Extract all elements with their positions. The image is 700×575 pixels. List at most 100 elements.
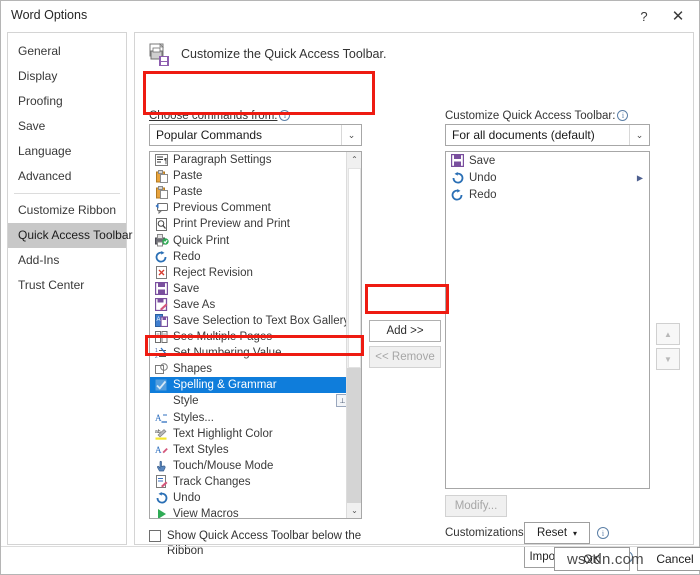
list-item[interactable]: Redo (150, 249, 361, 265)
list-item[interactable]: Paste ▶ (150, 184, 361, 200)
triangle-up-icon: ▲ (664, 329, 672, 339)
show-qat-below-ribbon-checkbox[interactable]: Show Quick Access Toolbar below the Ribb… (149, 529, 364, 559)
list-item-label: Reject Revision (173, 266, 253, 279)
list-item-label: Text Highlight Color (173, 427, 273, 440)
list-item[interactable]: Reject Revision (150, 265, 361, 281)
scroll-down-arrow-icon[interactable]: ⌄ (347, 503, 361, 518)
list-item[interactable]: 12 Set Numbering Value... (150, 345, 361, 361)
sidebar-item-customize-ribbon[interactable]: Customize Ribbon (8, 198, 126, 223)
move-down-button[interactable]: ▼ (656, 348, 680, 370)
list-item[interactable]: A Save Selection to Text Box Gallery (150, 313, 361, 329)
list-item[interactable]: A Text Styles ▶ (150, 442, 361, 458)
sidebar-divider (14, 193, 120, 194)
text-highlight-icon: ab (153, 427, 170, 441)
info-icon[interactable]: i (617, 110, 629, 121)
submenu-arrow-icon[interactable]: ▶ (637, 173, 643, 182)
move-up-button[interactable]: ▲ (656, 323, 680, 345)
touch-mouse-mode-icon (153, 459, 170, 473)
add-button[interactable]: Add >> (369, 320, 441, 342)
list-item-label: Undo (469, 171, 497, 184)
panel-title: Customize the Quick Access Toolbar. (181, 47, 387, 61)
list-item[interactable]: Shapes ▶ (150, 361, 361, 377)
list-item[interactable]: ¶ Paragraph Settings (150, 152, 361, 168)
list-item[interactable]: Touch/Mouse Mode ▶ (150, 458, 361, 474)
close-icon[interactable]: ✕ (663, 3, 693, 29)
list-item[interactable]: Print Preview and Print (150, 216, 361, 232)
list-item-label: Set Numbering Value... (173, 347, 292, 360)
choose-commands-combo[interactable]: Popular Commands ⌄ (149, 124, 362, 146)
sidebar-item-proofing[interactable]: Proofing (8, 89, 126, 114)
list-item-label: Save (173, 282, 200, 295)
customize-qat-label-text: Customize Quick Access Toolbar: (445, 110, 616, 122)
save-icon (153, 282, 170, 296)
sidebar-item-save[interactable]: Save (8, 114, 126, 139)
list-item[interactable]: View Macros (150, 506, 361, 518)
undo-icon (153, 491, 170, 505)
quick-print-icon (153, 234, 170, 248)
undo-icon (449, 171, 466, 185)
list-item-label: Undo (173, 492, 201, 505)
chevron-down-icon[interactable]: ⌄ (341, 125, 361, 145)
list-item[interactable]: Undo ▶ (150, 490, 361, 506)
list-item-label: Previous Comment (173, 202, 271, 215)
paragraph-settings-icon: ¶ (153, 153, 170, 167)
cancel-button[interactable]: Cancel (637, 547, 700, 571)
list-item-label: Save Selection to Text Box Gallery (173, 314, 350, 327)
svg-text:2: 2 (155, 354, 158, 359)
chevron-down-icon[interactable]: ⌄ (629, 125, 649, 145)
sidebar-item-language[interactable]: Language (8, 139, 126, 164)
sidebar-item-quick-access-toolbar[interactable]: Quick Access Toolbar (8, 223, 133, 248)
list-item[interactable]: ab Text Highlight Color ▶ (150, 426, 361, 442)
list-scrollbar[interactable]: ⌃ ⌄ (346, 152, 361, 518)
qat-current-items-list[interactable]: Save Undo ▶ Redo The WindowsClub (445, 151, 650, 489)
info-icon[interactable]: i (279, 110, 291, 121)
info-icon[interactable]: i (597, 527, 609, 539)
list-item-style[interactable]: Style ⊥▾ (150, 393, 361, 409)
sidebar-item-add-ins[interactable]: Add-Ins (8, 248, 126, 273)
list-item[interactable]: Save (446, 152, 649, 169)
redo-icon (449, 188, 466, 202)
help-icon[interactable]: ? (629, 3, 659, 29)
customize-qat-icon (147, 42, 173, 68)
chevron-down-icon[interactable]: ▾ (573, 529, 577, 538)
list-item[interactable]: Save (150, 281, 361, 297)
list-item[interactable]: Paste (150, 168, 361, 184)
list-item[interactable]: Redo (446, 186, 649, 203)
checkbox-box[interactable] (149, 530, 161, 542)
customize-qat-combo[interactable]: For all documents (default) ⌄ (445, 124, 650, 146)
list-item-label: Shapes (173, 363, 213, 376)
scroll-up-arrow-icon[interactable]: ⌃ (347, 152, 361, 167)
paste-icon (153, 169, 170, 183)
text-styles-icon: A (153, 443, 170, 457)
svg-text:A: A (155, 445, 162, 455)
reset-button[interactable]: Reset ▾ (524, 522, 590, 544)
list-item[interactable]: Track Changes (150, 474, 361, 490)
paste-icon (153, 185, 170, 199)
svg-text:¶: ¶ (164, 158, 168, 165)
sidebar-item-general[interactable]: General (8, 39, 126, 64)
available-commands-list[interactable]: ¶ Paragraph Settings Paste Paste ▶ (149, 151, 362, 519)
cancel-button-label: Cancel (656, 552, 694, 566)
scrollbar-thumb[interactable] (348, 168, 361, 368)
list-item-label: See Multiple Pages (173, 331, 273, 344)
list-item[interactable]: Quick Print (150, 232, 361, 248)
list-item[interactable]: See Multiple Pages (150, 329, 361, 345)
remove-button: << Remove (369, 346, 441, 368)
list-item[interactable]: Previous Comment (150, 200, 361, 216)
track-changes-icon (153, 475, 170, 489)
svg-text:A: A (157, 317, 161, 323)
reject-revision-icon (153, 266, 170, 280)
sidebar-item-trust-center[interactable]: Trust Center (8, 273, 126, 298)
list-item-label: Save As (173, 298, 216, 311)
title-bar: Word Options ? ✕ (1, 1, 699, 31)
list-item[interactable]: Save As (150, 297, 361, 313)
customize-qat-label: Customize Quick Access Toolbar: i (445, 110, 629, 122)
sidebar-item-display[interactable]: Display (8, 64, 126, 89)
previous-comment-icon (153, 201, 170, 215)
scrollbar-track[interactable] (347, 368, 361, 503)
list-item[interactable]: A Styles... (150, 410, 361, 426)
list-item-spelling-grammar[interactable]: Spelling & Grammar (150, 377, 361, 394)
list-item[interactable]: Undo ▶ (446, 169, 649, 186)
list-item-label: Styles... (173, 411, 214, 424)
sidebar-item-advanced[interactable]: Advanced (8, 164, 126, 189)
